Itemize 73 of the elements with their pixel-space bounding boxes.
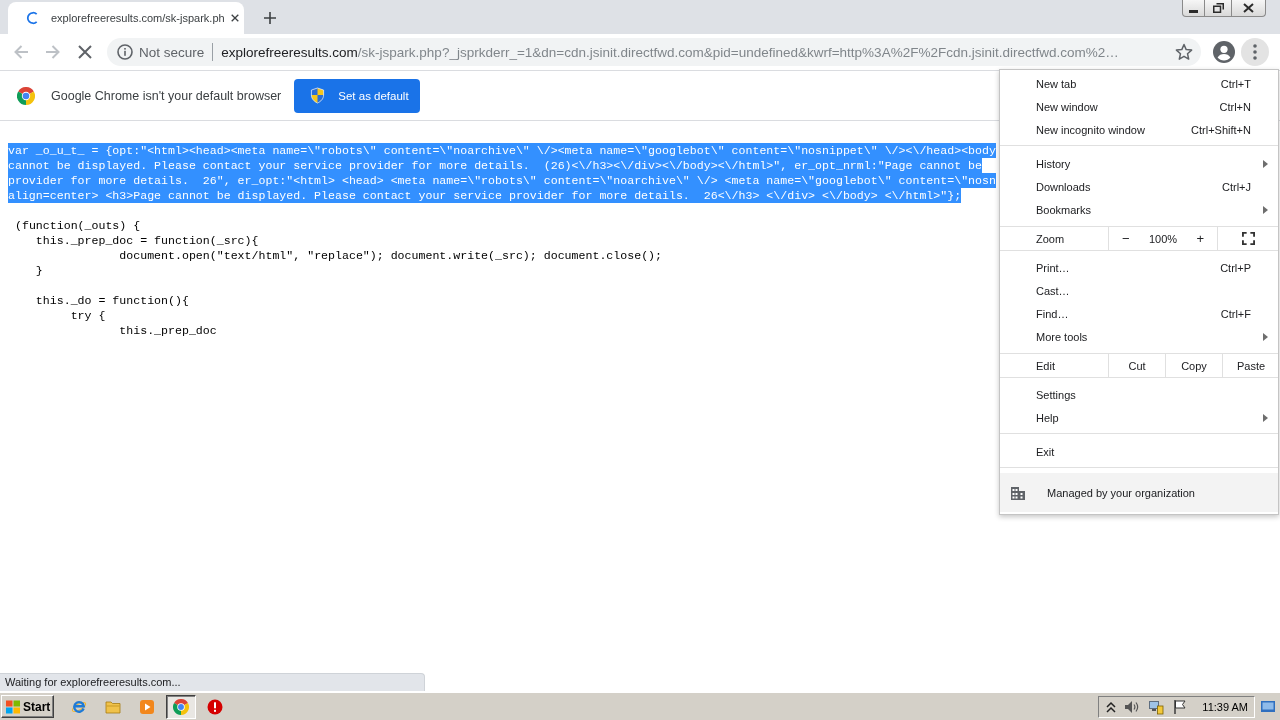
- star-icon[interactable]: [1175, 43, 1193, 61]
- menu-item[interactable]: History: [1000, 152, 1278, 175]
- monitor-icon[interactable]: [1148, 698, 1165, 715]
- menu-item[interactable]: Help: [1000, 406, 1278, 429]
- menu-item[interactable]: Cast…: [1000, 279, 1278, 302]
- edit-action-button[interactable]: Cut: [1108, 354, 1165, 377]
- flag-icon[interactable]: [1172, 698, 1189, 715]
- infobar-message: Google Chrome isn't your default browser: [51, 88, 282, 103]
- code-line: (function(_outs) {: [14, 218, 141, 233]
- shortcut-text: Ctrl+J: [1221, 180, 1251, 193]
- minimize-button[interactable]: [1182, 0, 1205, 17]
- code-line: document.open("text/html", "replace"); document.write(_src); document.close();: [119, 248, 662, 263]
- shortcut-text: Ctrl+T: [1220, 77, 1251, 90]
- windows-logo-icon: [5, 698, 21, 715]
- start-button[interactable]: Start: [1, 695, 54, 718]
- folder-icon: [105, 698, 121, 715]
- menu-item[interactable]: New tab Ctrl+T: [1000, 72, 1278, 95]
- shortcut-text: Ctrl+F: [1220, 307, 1251, 320]
- e-logo-icon: [71, 698, 87, 715]
- status-bubble: Waiting for explorefreeresults.com...: [0, 673, 425, 691]
- code-line: try {: [70, 308, 106, 323]
- chevron-up-icon[interactable]: [1106, 700, 1117, 713]
- shortcut-text: Ctrl+P: [1220, 261, 1251, 274]
- close-window-button[interactable]: [1232, 0, 1266, 17]
- zoom-out-button[interactable]: −: [1122, 231, 1130, 246]
- menu-item[interactable]: Settings: [1000, 383, 1278, 406]
- cross-icon[interactable]: [78, 45, 92, 59]
- chrome-logo-icon: [173, 698, 189, 715]
- security-chip[interactable]: Not secure: [139, 44, 205, 60]
- three-dots-icon: [1253, 44, 1257, 60]
- menu-item[interactable]: Downloads Ctrl+J: [1000, 175, 1278, 198]
- edit-action-button[interactable]: Copy: [1165, 354, 1222, 377]
- close-icon: [1243, 3, 1254, 13]
- taskbar-app-button[interactable]: [166, 694, 196, 719]
- shortcut-text: Ctrl+Shift+N: [1191, 123, 1251, 136]
- address-bar[interactable]: Not secure explorefreeresults.com/sk-jspark.php?_jsprkderr_=1&dn=cdn.jsinit.directfwd.com&pid=undefined&kwrf=http%3A%2F%2Fcdn.jsinit.directfwd.com%2…: [107, 38, 1201, 66]
- profile-avatar-icon[interactable]: [1213, 41, 1235, 63]
- menu-item[interactable]: More tools: [1000, 325, 1278, 348]
- set-as-default-button[interactable]: Set as default: [294, 78, 421, 113]
- managed-by-organization-item[interactable]: Managed by your organization: [1000, 473, 1278, 512]
- url-text: explorefreeresults.com/sk-jspark.php?_jsprkderr_=1&dn=cdn.jsinit.directfwd.com&pid=undefined&kwrf=http%3A%2F%2Fcdn.jsinit.directfwd.com%2…: [221, 44, 1119, 60]
- play-icon: [139, 698, 155, 715]
- menu-item[interactable]: Bookmarks: [1000, 198, 1278, 221]
- menu-item[interactable]: Print… Ctrl+P: [1000, 256, 1278, 279]
- browser-tab[interactable]: explorefreeresults.com/sk-jspark.ph: [8, 2, 244, 34]
- show-desktop-icon[interactable]: [1261, 700, 1275, 713]
- shortcut-text: Ctrl+N: [1219, 100, 1251, 113]
- restore-icon: [1212, 3, 1224, 13]
- plus-icon[interactable]: [264, 12, 276, 24]
- zoom-in-button[interactable]: +: [1196, 231, 1204, 246]
- code-line: this._prep_doc = function(_src){: [35, 233, 259, 248]
- code-line: this._do = function(){: [35, 293, 189, 308]
- zoom-level-text: 100%: [1148, 232, 1178, 245]
- chrome-logo-icon: [17, 86, 35, 105]
- menu-button[interactable]: [1241, 38, 1269, 66]
- edit-label: Edit: [1036, 359, 1055, 372]
- clock-text: 11:39 AM: [1202, 700, 1248, 713]
- code-line: this._prep_doc: [119, 323, 217, 338]
- minimize-icon: [1189, 9, 1198, 13]
- shield-icon: [310, 87, 326, 104]
- building-icon: [1011, 485, 1025, 500]
- zoom-label: Zoom: [1036, 232, 1065, 245]
- edit-action-button[interactable]: Paste: [1222, 354, 1279, 377]
- menu-item[interactable]: Find… Ctrl+F: [1000, 302, 1278, 325]
- alert-icon: [207, 698, 223, 715]
- menu-item[interactable]: Exit: [1000, 440, 1278, 463]
- menu-item[interactable]: New incognito window Ctrl+Shift+N: [1000, 118, 1278, 141]
- close-icon[interactable]: [230, 14, 239, 22]
- code-line: }: [35, 263, 43, 278]
- restore-button[interactable]: [1205, 0, 1232, 17]
- fullscreen-icon[interactable]: [1241, 232, 1255, 245]
- menu-item[interactable]: New window Ctrl+N: [1000, 95, 1278, 118]
- info-icon[interactable]: [117, 44, 133, 60]
